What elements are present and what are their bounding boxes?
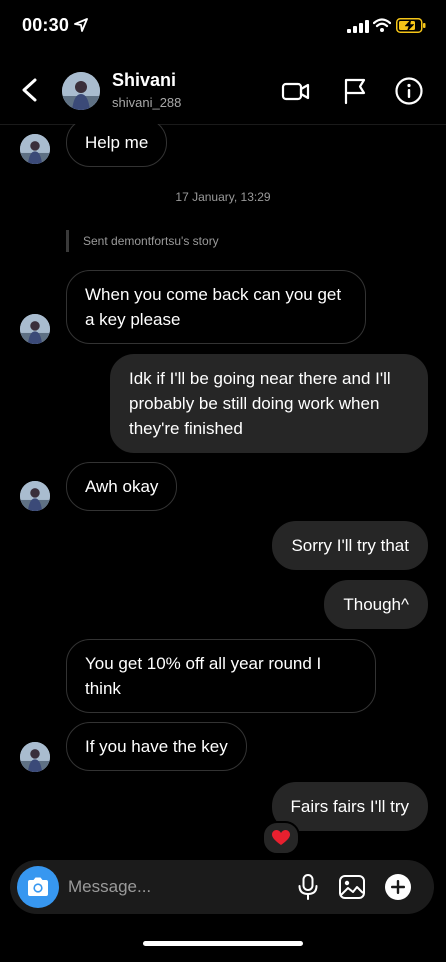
contact-avatar[interactable]	[62, 72, 100, 110]
home-indicator[interactable]	[143, 941, 303, 946]
wifi-icon	[373, 18, 391, 32]
status-bar: 00:30	[0, 0, 446, 52]
video-call-icon[interactable]	[281, 76, 311, 106]
flag-icon[interactable]	[340, 76, 370, 106]
message-incoming[interactable]: When you come back can you get a key ple…	[66, 270, 366, 344]
back-arrow-icon[interactable]	[14, 74, 44, 106]
battery-charging-icon	[396, 18, 426, 33]
message-timestamp: 17 January, 13:29	[175, 190, 271, 204]
message-outgoing[interactable]: Idk if I'll be going near there and I'll…	[110, 354, 428, 453]
microphone-icon[interactable]	[294, 873, 322, 901]
message-incoming[interactable]: Awh okay	[66, 462, 178, 511]
location-arrow-icon	[74, 18, 88, 32]
add-circle-icon[interactable]	[384, 873, 412, 901]
cellular-signal-icon	[347, 20, 369, 33]
sender-avatar[interactable]	[20, 134, 50, 164]
message-incoming[interactable]: Help me	[66, 124, 168, 167]
sender-avatar[interactable]	[20, 481, 50, 511]
message-incoming[interactable]: You get 10% off all year round I think	[66, 639, 376, 713]
message-composer	[10, 860, 434, 914]
gallery-icon[interactable]	[338, 873, 366, 901]
message-outgoing[interactable]: Sorry I'll try that	[272, 521, 428, 570]
story-reply-note[interactable]: Sent demontfortsu's story	[66, 230, 219, 252]
chat-header: Shivani shivani_288	[0, 52, 446, 125]
message-input[interactable]	[68, 875, 283, 899]
camera-button[interactable]	[17, 866, 59, 908]
heart-reaction[interactable]	[262, 821, 300, 855]
message-thread[interactable]: Help me 17 January, 13:29 Sent demontfor…	[0, 124, 446, 862]
camera-icon	[28, 877, 48, 896]
message-incoming[interactable]: If you have the key	[66, 722, 247, 771]
sender-avatar[interactable]	[20, 314, 50, 344]
message-outgoing[interactable]: Though^	[324, 580, 428, 629]
message-outgoing[interactable]: Fairs fairs I'll try	[271, 782, 428, 831]
sender-avatar[interactable]	[20, 742, 50, 772]
contact-username: shivani_288	[112, 95, 182, 110]
status-time: 00:30	[22, 15, 70, 35]
contact-name[interactable]: Shivani	[112, 70, 176, 91]
info-icon[interactable]	[394, 76, 424, 106]
heart-icon	[272, 830, 290, 845]
